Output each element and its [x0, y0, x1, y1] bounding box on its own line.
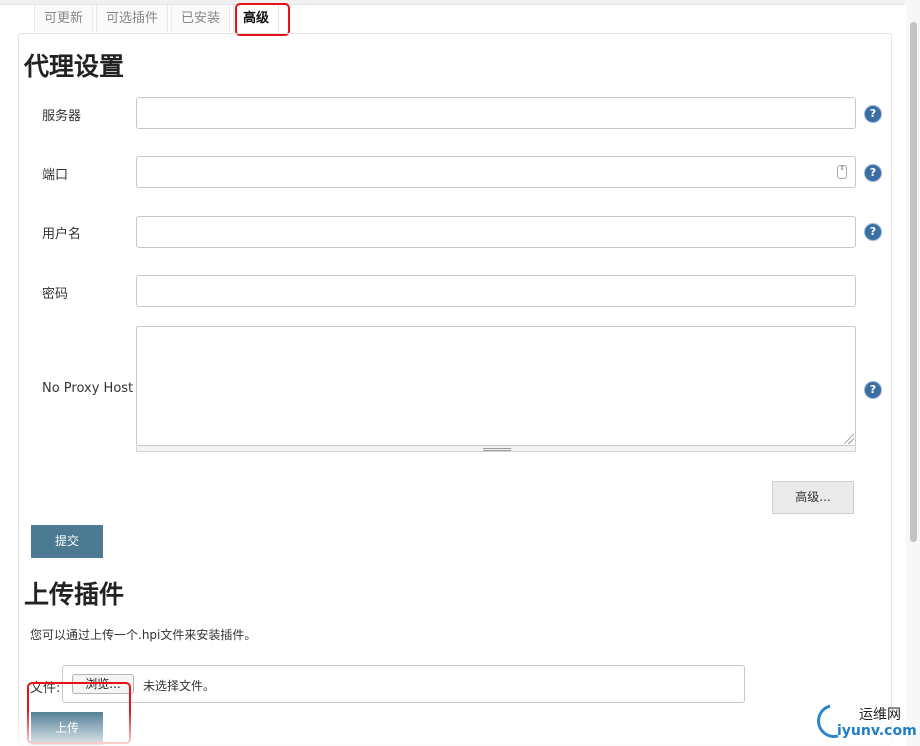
tab-installed[interactable]: 已安装 — [171, 4, 231, 32]
upload-button[interactable]: 上传 — [31, 712, 103, 745]
no-proxy-help-icon[interactable]: ? — [865, 382, 881, 398]
plugin-manager-tabs: 可更新 可选插件 已安装 高级 — [34, 4, 282, 34]
upload-description: 您可以通过上传一个.hpi文件来安装插件。 — [30, 628, 257, 642]
scrollbar-thumb[interactable] — [910, 22, 917, 542]
tab-advanced[interactable]: 高级 — [233, 4, 280, 32]
server-label: 服务器 — [42, 109, 82, 124]
no-file-selected-text: 未选择文件。 — [143, 679, 216, 693]
file-label: 文件: — [30, 681, 61, 696]
port-input[interactable]: ⇕ — [136, 156, 856, 188]
port-label: 端口 — [42, 168, 69, 183]
server-input[interactable] — [136, 97, 856, 129]
username-help-icon[interactable]: ? — [865, 224, 881, 240]
vertical-scrollbar[interactable] — [906, 0, 920, 746]
username-label: 用户名 — [42, 227, 82, 242]
tab-updates[interactable]: 可更新 — [34, 4, 94, 32]
no-proxy-host-label: No Proxy Host — [42, 381, 134, 396]
tab-available[interactable]: 可选插件 — [96, 4, 169, 32]
watermark-en: iyunv.com — [837, 723, 917, 739]
password-input[interactable] — [136, 275, 856, 307]
server-help-icon[interactable]: ? — [865, 106, 881, 122]
resize-grip-icon[interactable] — [844, 434, 854, 444]
proxy-settings-title: 代理设置 — [24, 52, 125, 81]
watermark-logo: 运维网 iyunv.com — [810, 697, 920, 746]
upload-plugin-title: 上传插件 — [24, 580, 125, 609]
textarea-expand-handle[interactable] — [136, 446, 856, 452]
password-label: 密码 — [42, 287, 69, 302]
submit-button[interactable]: 提交 — [31, 525, 103, 558]
browse-button[interactable]: 浏览... — [72, 674, 134, 694]
no-proxy-host-textarea[interactable] — [136, 326, 856, 446]
advanced-button[interactable]: 高级... — [772, 481, 854, 514]
username-input[interactable] — [136, 216, 856, 248]
grip-lines-icon — [483, 448, 511, 451]
port-help-icon[interactable]: ? — [865, 165, 881, 181]
watermark-cn: 运维网 — [859, 707, 901, 723]
port-spinner-icon[interactable]: ⇕ — [837, 165, 847, 179]
